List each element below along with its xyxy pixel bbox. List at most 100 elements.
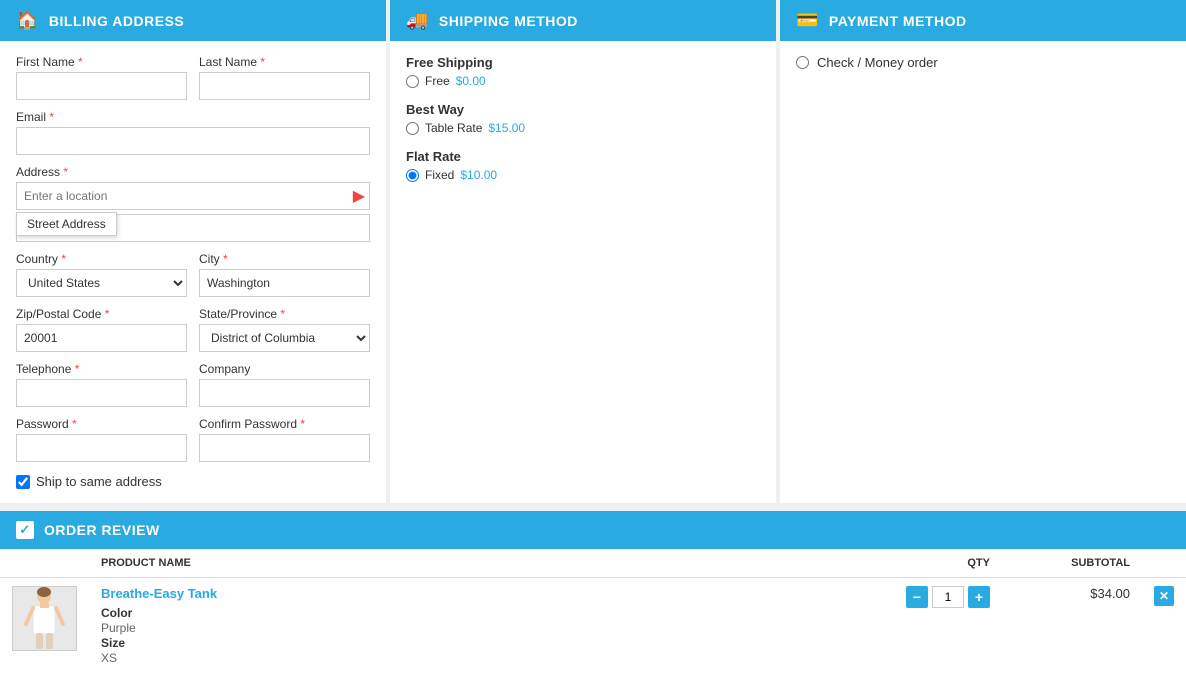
country-label: Country * [16,252,187,266]
product-size-value-row: XS [101,650,870,665]
truck-icon: 🚚 [406,10,429,31]
shipping-option-fixed: Fixed $10.00 [406,168,760,182]
first-name-input[interactable] [16,72,187,100]
qty-control: − + [894,586,990,608]
shipping-group-bestway-title: Best Way [406,102,760,117]
order-table-body: Breathe-Easy Tank Color Purple Size [0,578,1186,673]
billing-header: 🏠 BILLING ADDRESS [0,0,386,41]
col-subtotal: SUBTOTAL [1002,549,1142,578]
product-color-value-row: Purple [101,620,870,635]
last-name-group: Last Name * [199,55,370,100]
address-tooltip: Street Address [16,212,117,236]
zip-label: Zip/Postal Code * [16,307,187,321]
company-group: Company [199,362,370,407]
shipping-option-free-price: $0.00 [456,74,486,88]
payment-radio-check[interactable] [796,56,809,69]
last-name-input[interactable] [199,72,370,100]
password-label: Password * [16,417,187,431]
billing-header-title: BILLING ADDRESS [49,13,184,29]
order-table: PRODUCT NAME QTY SUBTOTAL [0,549,1186,673]
shipping-form: Free Shipping Free $0.00 Best Way Table … [390,41,776,210]
order-review-body: PRODUCT NAME QTY SUBTOTAL [0,549,1186,673]
billing-address-panel: 🏠 BILLING ADDRESS First Name * Last Name… [0,0,390,503]
telephone-input[interactable] [16,379,187,407]
email-input[interactable] [16,127,370,155]
confirm-password-input[interactable] [199,434,370,462]
top-row: 🏠 BILLING ADDRESS First Name * Last Name… [0,0,1186,503]
company-label: Company [199,362,370,376]
city-input[interactable] [199,269,370,297]
checkmark-icon [16,521,34,539]
first-name-label: First Name * [16,55,187,69]
telephone-label: Telephone * [16,362,187,376]
product-qty-cell: − + [882,578,1002,673]
payment-method-panel: 💳 PAYMENT METHOD Check / Money order [780,0,1186,503]
payment-header: 💳 PAYMENT METHOD [780,0,1186,41]
product-remove-cell: ✕ [1142,578,1186,673]
tel-company-row: Telephone * Company [16,362,370,407]
email-row: Email * [16,110,370,155]
size-value: XS [101,651,117,665]
address-input-wrapper: ▶ Street Address [16,182,370,210]
first-name-group: First Name * [16,55,187,100]
name-row: First Name * Last Name * [16,55,370,100]
product-image [12,586,77,651]
remove-item-button[interactable]: ✕ [1154,586,1174,606]
address-row: Address * ▶ Street Address [16,165,370,242]
shipping-radio-free[interactable] [406,75,419,88]
shipping-group-bestway: Best Way Table Rate $15.00 [406,102,760,135]
payment-option-check-label: Check / Money order [817,55,938,70]
size-label: Size [101,636,125,650]
password-input[interactable] [16,434,187,462]
qty-decrease-button[interactable]: − [906,586,928,608]
password-group: Password * [16,417,187,462]
qty-input[interactable] [932,586,964,608]
shipping-option-tablerate: Table Rate $15.00 [406,121,760,135]
home-icon: 🏠 [16,10,39,31]
table-row: Breathe-Easy Tank Color Purple Size [0,578,1186,673]
ship-same-checkbox[interactable] [16,475,30,489]
city-group: City * [199,252,370,297]
country-city-row: Country * United States City * [16,252,370,297]
product-size-row: Size [101,635,870,650]
zip-group: Zip/Postal Code * [16,307,187,352]
shipping-option-fixed-price: $10.00 [460,168,497,182]
order-table-head: PRODUCT NAME QTY SUBTOTAL [0,549,1186,578]
product-color-row: Color [101,605,870,620]
shipping-option-tablerate-label: Table Rate [425,121,482,135]
subtotal-value: $34.00 [1090,586,1130,601]
location-icon-button[interactable]: ▶ [353,186,365,206]
billing-form: First Name * Last Name * [0,41,386,503]
zip-input[interactable] [16,324,187,352]
address-location-input[interactable] [16,182,370,210]
company-input[interactable] [199,379,370,407]
state-label: State/Province * [199,307,370,321]
order-review-header: ORDER REVIEW [0,511,1186,549]
col-qty: QTY [882,549,1002,578]
ship-same-label: Ship to same address [36,474,162,489]
shipping-header: 🚚 SHIPPING METHOD [390,0,776,41]
shipping-option-tablerate-price: $15.00 [488,121,525,135]
product-subtotal-cell: $34.00 [1002,578,1142,673]
col-remove [1142,549,1186,578]
shipping-option-free: Free $0.00 [406,74,760,88]
product-details-cell: Breathe-Easy Tank Color Purple Size [89,578,882,673]
ship-same-row: Ship to same address [16,474,370,489]
shipping-group-flatrate-title: Flat Rate [406,149,760,164]
col-image [0,549,89,578]
payment-form: Check / Money order [780,41,1186,84]
state-select[interactable]: District of Columbia [199,324,370,352]
shipping-radio-tablerate[interactable] [406,122,419,135]
product-name-link[interactable]: Breathe-Easy Tank [101,586,870,601]
address-label: Address * [16,165,370,179]
shipping-group-free-title: Free Shipping [406,55,760,70]
qty-increase-button[interactable]: + [968,586,990,608]
country-select[interactable]: United States [16,269,187,297]
state-group: State/Province * District of Columbia [199,307,370,352]
shipping-radio-fixed[interactable] [406,169,419,182]
color-label: Color [101,606,132,620]
shipping-option-free-label: Free [425,74,450,88]
payment-header-title: PAYMENT METHOD [829,13,967,29]
city-label: City * [199,252,370,266]
address-group: Address * ▶ Street Address [16,165,370,242]
